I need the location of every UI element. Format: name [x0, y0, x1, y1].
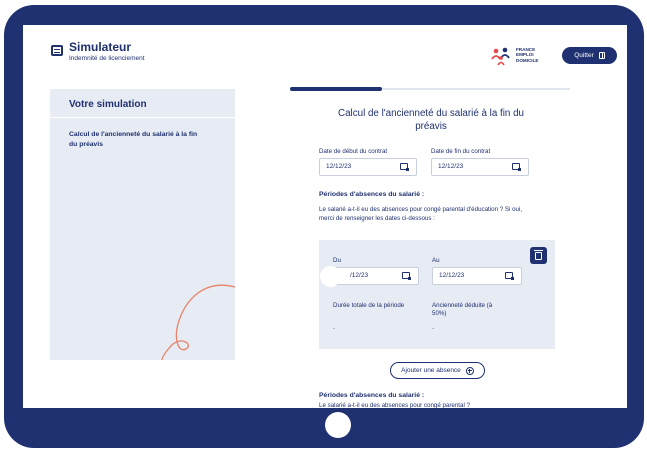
progress-fill: [290, 87, 383, 91]
deducted-value: -: [432, 325, 435, 332]
absence-from-value: /12/23: [350, 272, 369, 279]
absences-question: Le salarié a-t-il eu des absences pour c…: [319, 206, 523, 222]
calendar-icon[interactable]: [512, 163, 521, 171]
progress-bar: [290, 87, 570, 91]
decorative-curve: [161, 284, 235, 360]
end-date-input[interactable]: 12/12/23: [431, 158, 529, 176]
sidebar: Votre simulation Calcul de l'ancienneté …: [50, 89, 235, 360]
absence-from-input[interactable]: /12/23: [333, 267, 419, 285]
start-date-value: 12/12/23: [326, 163, 352, 170]
logout-icon: [598, 52, 605, 59]
absence-from-label: Du: [333, 257, 341, 264]
end-date-value: 12/12/23: [438, 163, 464, 170]
trash-icon: [534, 250, 543, 260]
app-subtitle: Indemnité de licenciement: [69, 55, 145, 62]
header: Simulateur Indemnité de licenciement FRA…: [23, 25, 627, 75]
plus-circle-icon: [465, 366, 474, 375]
duration-label: Durée totale de la période: [333, 302, 405, 309]
logo-text: FRANCE EMPLOI DOMICILE: [516, 47, 539, 63]
absences-question-2: Le salarié a-t-il eu des absences pour c…: [319, 402, 471, 408]
calendar-icon[interactable]: [505, 272, 514, 280]
end-date-label: Date de fin du contrat: [431, 148, 491, 155]
delete-absence-button[interactable]: [530, 247, 547, 264]
calendar-icon[interactable]: [400, 163, 409, 171]
duration-value: -: [333, 325, 336, 332]
france-emploi-domicile-logo: FRANCE EMPLOI DOMICILE: [489, 45, 569, 69]
touch-indicator: [320, 266, 341, 287]
sidebar-item-anciennete[interactable]: Calcul de l'ancienneté du salarié à la f…: [69, 130, 199, 150]
absences-heading: Périodes d'absences du salarié :: [319, 191, 425, 198]
quit-label: Quitter: [574, 52, 594, 59]
sidebar-title: Votre simulation: [69, 99, 147, 110]
tablet-frame: Simulateur Indemnité de licenciement FRA…: [4, 5, 644, 448]
document-icon: [51, 45, 63, 56]
app-title: Simulateur: [69, 40, 132, 54]
people-logo-icon: [491, 47, 510, 66]
absence-to-value: 12/12/23: [439, 272, 465, 279]
sidebar-divider: [50, 117, 235, 118]
absences-heading-2: Périodes d'absences du salarié :: [319, 392, 425, 399]
add-absence-label: Ajouter une absence: [401, 367, 461, 374]
absence-to-label: Au: [432, 257, 440, 264]
tablet-home-button[interactable]: [325, 412, 351, 438]
page-title: Calcul de l'ancienneté du salarié à la f…: [338, 108, 524, 132]
app-screen: Simulateur Indemnité de licenciement FRA…: [23, 25, 627, 408]
start-date-label: Date de début du contrat: [319, 148, 388, 155]
add-absence-button[interactable]: Ajouter une absence: [390, 362, 485, 379]
quit-button[interactable]: Quitter: [562, 47, 617, 64]
absence-to-input[interactable]: 12/12/23: [432, 267, 522, 285]
calendar-icon[interactable]: [402, 272, 411, 280]
start-date-input[interactable]: 12/12/23: [319, 158, 417, 176]
deducted-label: Ancienneté déduite (à 50%): [432, 302, 493, 317]
